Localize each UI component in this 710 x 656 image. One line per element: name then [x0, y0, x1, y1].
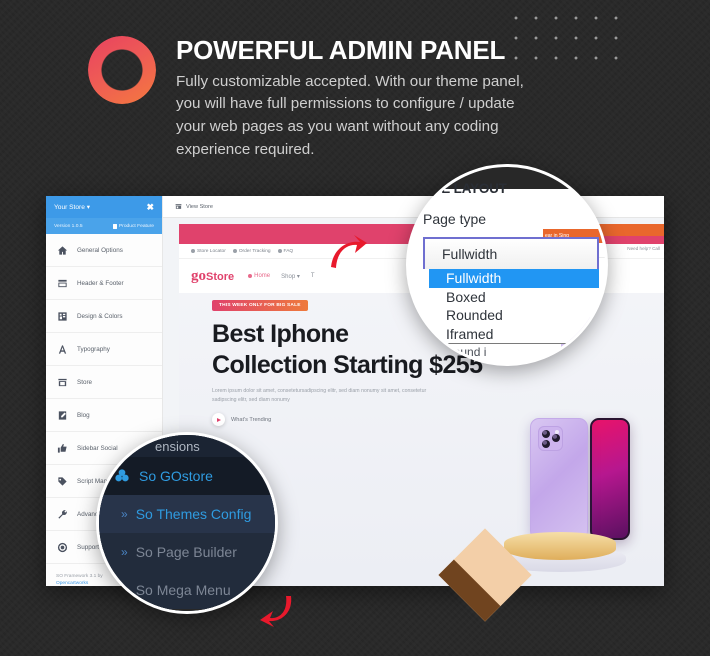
menu-item-so-themes-config[interactable]: » So Themes Config	[99, 495, 275, 533]
dropdown-option-rounded[interactable]: Rounded	[429, 306, 599, 325]
phone-back-image	[530, 418, 588, 540]
sidebar-item-typography[interactable]: Typography	[46, 333, 162, 366]
version-label: Version 1.0.5	[54, 223, 83, 229]
extensions-heading: ensions	[99, 435, 275, 457]
framework-label: SO Framework 3.1 by	[56, 574, 103, 579]
phone-screen-image	[590, 418, 630, 540]
sidebar-item-label: Blog	[77, 411, 90, 419]
typography-icon	[57, 344, 68, 355]
dropdown-option-boxed[interactable]: Boxed	[429, 288, 599, 307]
tag-icon	[57, 476, 68, 487]
blog-icon	[57, 410, 68, 421]
menu-item-so-mega-menu[interactable]: » So Mega Menu	[99, 571, 275, 609]
logo-store: Store	[206, 270, 235, 283]
circle-ring-icon	[88, 36, 156, 104]
hero-title-line1: Best Iphone	[212, 320, 349, 348]
page-title: POWERFUL ADMIN PANEL	[176, 35, 506, 65]
nav-item-t[interactable]: T	[311, 273, 315, 279]
next-field-partial-label: ground i	[443, 345, 487, 359]
sidebar-item-label: Store	[77, 378, 93, 386]
hero-description: Lorem ipsum dolor sit amet, consetetursa…	[212, 388, 427, 403]
menu-item-label: So Mega Menu	[135, 582, 231, 598]
question-icon	[277, 249, 282, 253]
product-feature-link[interactable]: Product Feature	[112, 223, 154, 229]
store-locator-link[interactable]: Store Locator	[191, 249, 226, 254]
header-block: POWERFUL ADMIN PANEL Fully customizable …	[88, 36, 548, 162]
menu-item-label: So Page Builder	[135, 544, 237, 560]
dropdown-option-fullwidth[interactable]: Fullwidth	[429, 269, 599, 288]
faq-link[interactable]: FAQ	[277, 249, 293, 254]
store-selector-label: Your Store ▾	[54, 204, 91, 211]
home-small-icon	[248, 274, 253, 278]
layout-icon	[57, 278, 68, 289]
sidebar-item-label: General Options	[77, 246, 123, 254]
store-nav: Home Shop ▾ T	[248, 273, 315, 280]
hero-cta[interactable]: What's Trending	[212, 413, 271, 426]
sidebar-item-label: Typography	[77, 345, 110, 353]
sidebar-version-bar: Version 1.0.5 Product Feature	[46, 218, 162, 234]
page-type-label: Page type	[423, 211, 487, 227]
store-logo[interactable]: go Store	[191, 268, 234, 285]
box-icon	[232, 249, 237, 253]
view-store-button[interactable]: View Store	[186, 204, 213, 210]
page-layout-heading: GE LAYOUT	[431, 181, 507, 196]
sidebar-item-design-colors[interactable]: Design & Colors	[46, 300, 162, 333]
store-icon	[57, 377, 68, 388]
sidebar-item-general-options[interactable]: General Options	[46, 234, 162, 267]
thumbs-up-icon	[57, 443, 68, 454]
dropdown-option-iframed[interactable]: Iframed	[429, 325, 599, 344]
page-type-dropdown-list: Fullwidth Boxed Rounded Iframed	[429, 269, 599, 344]
cubes-icon	[113, 468, 131, 484]
sidebar-item-label: Support	[77, 543, 100, 551]
magnifier-page-layout: ear in Sing GE LAYOUT Page type Fullwidt…	[406, 164, 608, 366]
hero-cta-label: What's Trending	[231, 416, 272, 423]
magnifier-extensions-menu: ensions So GOstore » So Themes Config » …	[96, 432, 278, 614]
store-window-icon	[175, 203, 182, 210]
camera-module-icon	[538, 426, 563, 451]
chevron-double-right-icon: »	[121, 507, 128, 521]
menu-item-label: So GOstore	[139, 468, 213, 484]
arrow-pointer-top	[328, 234, 368, 272]
sidebar-item-label: Header & Footer	[77, 279, 124, 287]
store-selector[interactable]: Your Store ▾ ✖	[46, 196, 162, 218]
hero-badge: THIS WEEK ONLY FOR BIG SALE	[212, 300, 308, 311]
close-icon[interactable]: ✖	[146, 202, 154, 212]
product-feature-label: Product Feature	[118, 223, 154, 229]
play-icon[interactable]	[212, 413, 225, 426]
chevron-double-right-icon: »	[121, 545, 128, 559]
home-icon	[57, 245, 68, 256]
wrench-icon	[57, 509, 68, 520]
document-icon	[112, 223, 117, 229]
page-type-selected-value: Fullwidth	[442, 246, 498, 262]
support-icon	[57, 542, 68, 553]
menu-item-so-page-builder[interactable]: » So Page Builder	[99, 533, 275, 571]
arrow-pointer-bottom	[258, 594, 294, 628]
menu-item-label: So Themes Config	[135, 506, 252, 522]
sidebar-item-store[interactable]: Store	[46, 366, 162, 399]
logo-go: go	[191, 267, 206, 284]
framework-link[interactable]: Opencartworks	[56, 581, 88, 586]
nav-item-home[interactable]: Home	[248, 273, 270, 279]
palette-icon	[57, 311, 68, 322]
sidebar-item-label: Design & Colors	[77, 312, 123, 320]
pin-icon	[191, 249, 195, 253]
page-type-select[interactable]: Fullwidth	[423, 237, 599, 269]
poster-stage: POWERFUL ADMIN PANEL Fully customizable …	[0, 0, 710, 656]
need-help-text: Need help? Call	[627, 246, 660, 251]
page-subtitle: Fully customizable accepted. With our th…	[176, 72, 524, 158]
menu-item-so-gostore[interactable]: So GOstore	[99, 457, 275, 495]
order-tracking-link[interactable]: Order Tracking	[232, 249, 271, 254]
sidebar-item-blog[interactable]: Blog	[46, 399, 162, 432]
sidebar-item-header-footer[interactable]: Header & Footer	[46, 267, 162, 300]
chevron-double-right-icon: »	[121, 583, 128, 597]
nav-item-shop[interactable]: Shop ▾	[281, 273, 300, 280]
